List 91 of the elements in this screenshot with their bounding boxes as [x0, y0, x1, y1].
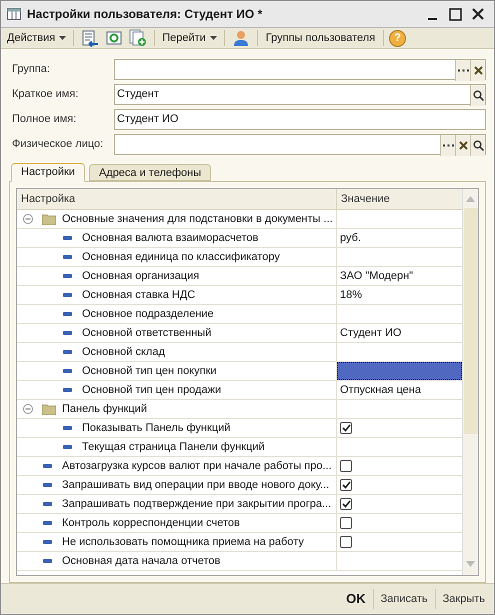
dots-icon	[458, 69, 468, 72]
dash-icon	[63, 274, 72, 278]
dash-icon	[43, 521, 52, 525]
field-label: Физическое лицо:	[12, 137, 104, 152]
tab[interactable]: Настройки	[11, 163, 85, 182]
setting-name: Основная организация	[82, 268, 200, 284]
dash-icon	[63, 369, 72, 373]
checkbox[interactable]	[340, 498, 352, 510]
user-icon	[234, 30, 248, 46]
dash-icon	[43, 559, 52, 563]
field-label: Краткое имя:	[12, 87, 80, 102]
column-header[interactable]: Значение	[337, 189, 462, 209]
setting-name: Автозагрузка курсов валют при начале работы про...	[62, 458, 332, 474]
dash-icon	[43, 464, 52, 468]
setting-name: Основная дата начала отчетов	[62, 554, 220, 569]
setting-name: Контроль корреспонденции счетов	[62, 516, 240, 531]
dash-icon	[63, 293, 72, 297]
search-button[interactable]	[470, 85, 485, 106]
clear-button[interactable]	[470, 60, 485, 81]
field-label: Полное имя:	[12, 112, 78, 128]
footer-button[interactable]: Записать	[374, 587, 435, 611]
setting-name: Основное подразделение	[82, 306, 214, 322]
checkbox[interactable]	[340, 517, 352, 529]
setting-name: Не использовать помощника приема на работу	[62, 534, 304, 550]
collapse-icon[interactable]	[23, 214, 33, 224]
value-cell[interactable]: ЗАО "Модерн"	[337, 267, 462, 285]
select-button[interactable]	[440, 135, 455, 156]
checkbox[interactable]	[340, 460, 352, 472]
clear-icon	[474, 66, 482, 75]
text-input[interactable]: Студент ИО	[115, 110, 485, 129]
caret-icon	[59, 36, 66, 40]
select-button[interactable]	[455, 60, 470, 81]
setting-name: Основная валюта взаиморасчетов	[82, 230, 258, 246]
menu-button[interactable]: Действия	[5, 28, 68, 48]
collapse-icon[interactable]	[23, 404, 33, 414]
setting-name: Основные значения для подстановки в документы ...	[62, 212, 333, 227]
setting-name: Основной ответственный	[82, 326, 212, 341]
setting-name: Панель функций	[62, 402, 147, 417]
dash-icon	[43, 502, 52, 506]
document-add-icon	[129, 29, 148, 47]
value-cell[interactable]	[337, 362, 462, 380]
setting-name: Запрашивать вид операции при вводе нового доку...	[62, 478, 330, 493]
dash-icon	[43, 483, 52, 487]
input-field[interactable]	[114, 134, 486, 155]
setting-name: Запрашивать подтверждение при закрытии програ...	[62, 496, 332, 512]
value-cell[interactable]: 18%	[337, 286, 462, 304]
checkbox[interactable]	[340, 479, 352, 491]
value-cell[interactable]: руб.	[337, 229, 462, 247]
setting-name: Основная единица по классификатору	[82, 250, 280, 265]
folder-icon	[42, 404, 56, 414]
setting-name: Основной тип цен продажи	[82, 382, 222, 398]
input-field[interactable]	[114, 59, 486, 80]
search-button[interactable]	[470, 135, 485, 156]
search-icon	[472, 140, 484, 151]
setting-name: Основной тип цен покупки	[82, 364, 217, 379]
dash-icon	[63, 350, 72, 354]
dash-icon	[63, 426, 72, 430]
column-header[interactable]: Настройка	[17, 189, 337, 209]
footer-button[interactable]: Закрыть	[436, 587, 492, 611]
dash-icon	[63, 312, 72, 316]
window-title: Настройки пользователя: Студент ИО *	[27, 6, 262, 23]
search-icon	[472, 90, 484, 101]
dash-icon	[43, 540, 52, 544]
dots-icon	[442, 144, 454, 147]
clear-button[interactable]	[455, 135, 470, 156]
tab[interactable]: Адреса и телефоны	[88, 164, 212, 181]
dash-icon	[63, 445, 72, 449]
setting-name: Основная ставка НДС	[82, 288, 196, 303]
dash-icon	[63, 236, 72, 240]
table-icon	[7, 8, 21, 20]
folder-icon	[42, 214, 56, 224]
field-label: Группа:	[12, 62, 51, 78]
setting-name: Основной склад	[82, 344, 165, 360]
maximize-icon[interactable]	[449, 8, 462, 20]
user-groups-button[interactable]: Группы пользователя	[262, 28, 378, 48]
checkbox[interactable]	[340, 422, 352, 434]
close-icon[interactable]	[472, 8, 484, 20]
dash-icon	[63, 388, 72, 392]
footer-button[interactable]: OK	[339, 587, 373, 611]
clear-icon	[458, 141, 468, 150]
value-cell[interactable]: Студент ИО	[337, 324, 462, 342]
menu-button[interactable]: Перейти	[160, 28, 219, 48]
refresh-icon	[106, 30, 122, 46]
value-cell[interactable]: Отпускная цена	[337, 381, 462, 399]
dash-icon	[63, 255, 72, 259]
document-arrow-icon	[81, 30, 100, 46]
caret-icon	[210, 36, 217, 40]
setting-name: Показывать Панель функций	[82, 420, 230, 436]
dash-icon	[63, 331, 72, 335]
checkbox[interactable]	[340, 536, 352, 548]
setting-name: Текущая страница Панели функций	[82, 440, 265, 455]
